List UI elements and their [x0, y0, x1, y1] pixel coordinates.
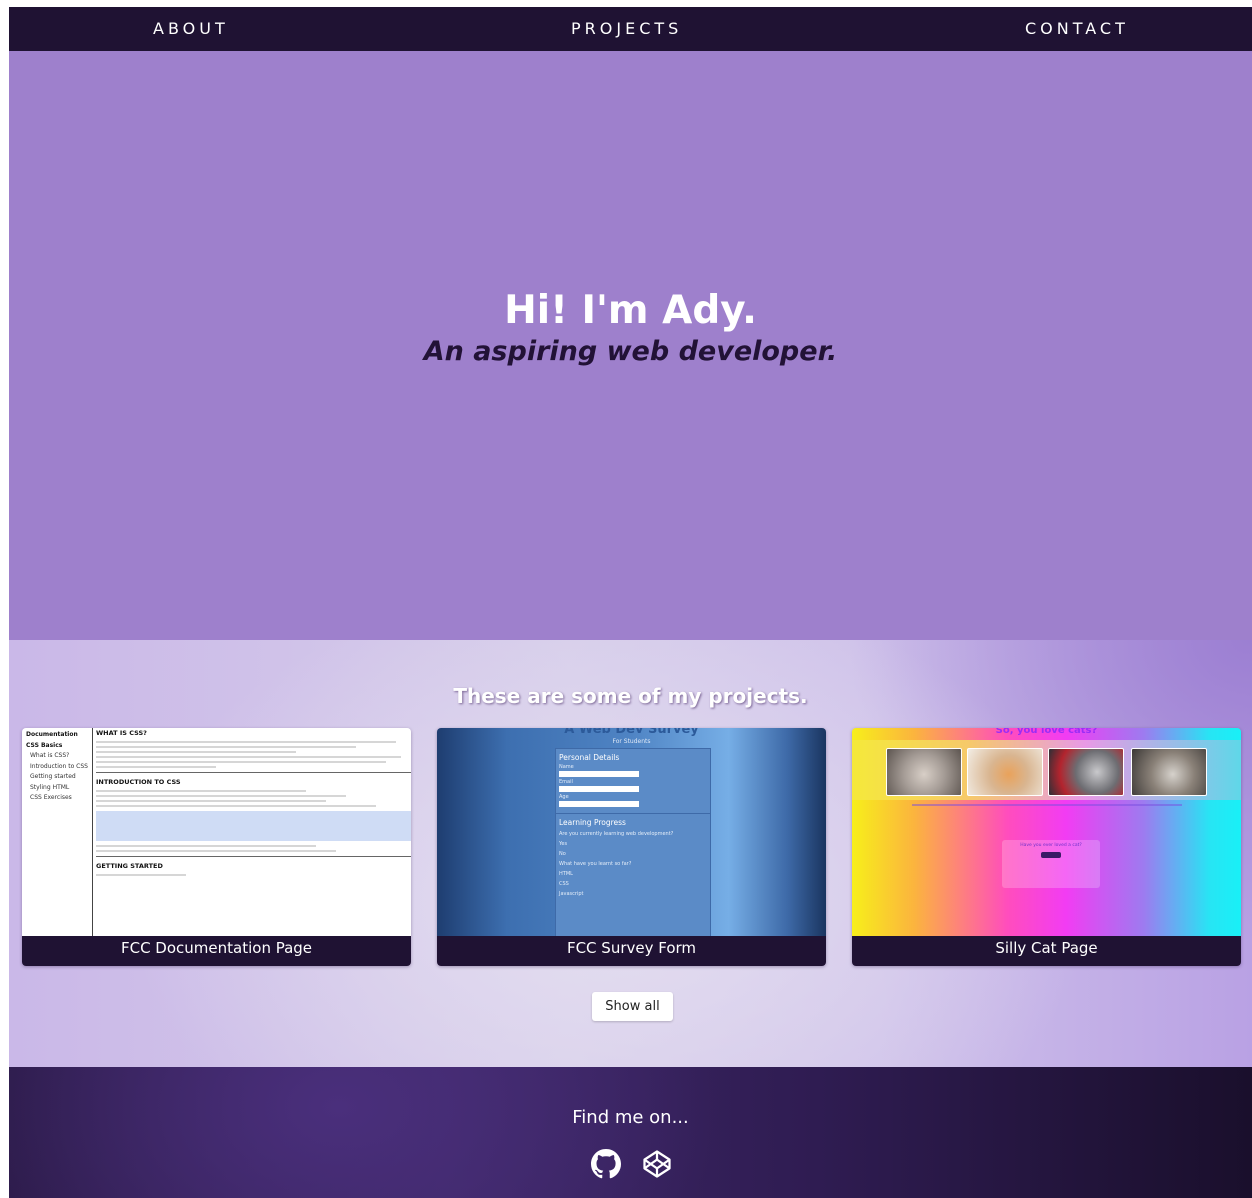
thumb-doc-sidebar-item: CSS Exercises	[30, 794, 72, 801]
thumb-text-line	[96, 790, 306, 792]
thumb-text-line	[96, 751, 296, 753]
thumb-doc-sidebar-title: Documentation	[26, 731, 78, 738]
thumb-divider	[96, 856, 411, 857]
codepen-icon[interactable]	[642, 1149, 672, 1179]
project-card-cats[interactable]: So, you love cats? Have you ever loved a…	[852, 728, 1241, 966]
nav-projects-link[interactable]: PROJECTS	[571, 7, 682, 51]
cat-photo	[967, 748, 1043, 796]
thumb-cats-submit	[1041, 852, 1061, 858]
project-caption: FCC Survey Form	[437, 936, 826, 966]
thumb-doc-sidebar-group: CSS Basics	[26, 741, 63, 749]
thumb-cats-form: Have you ever loved a cat?	[1002, 840, 1100, 888]
thumb-cats-title: So, you love cats?	[995, 728, 1098, 736]
project-card-survey[interactable]: A Web Dev Survey For Students Personal D…	[437, 728, 826, 966]
thumb-doc-sidebar: Documentation CSS Basics What is CSS? In…	[22, 728, 93, 936]
thumb-survey-label: Email	[559, 779, 573, 785]
thumb-text-line	[96, 795, 346, 797]
thumb-doc-section-title: GETTING STARTED	[96, 862, 163, 870]
thumb-text-line	[96, 800, 326, 802]
thumb-survey-title: A Web Dev Survey	[564, 728, 699, 737]
project-caption: Silly Cat Page	[852, 936, 1241, 966]
cat-photo	[1131, 748, 1207, 796]
thumb-survey-subtitle: For Students	[612, 738, 651, 745]
thumb-survey-question: Are you currently learning web developme…	[559, 831, 674, 837]
nav-about-link[interactable]: ABOUT	[153, 7, 229, 51]
github-icon[interactable]	[591, 1149, 621, 1179]
show-all-button[interactable]: Show all	[592, 992, 673, 1021]
thumb-text-line	[96, 805, 376, 807]
project-card-documentation[interactable]: Documentation CSS Basics What is CSS? In…	[22, 728, 411, 966]
hero-section: Hi! I'm Ady. An aspiring web developer.	[9, 51, 1252, 640]
thumb-text-line	[96, 874, 186, 876]
project-thumbnail-cats: So, you love cats? Have you ever loved a…	[852, 728, 1241, 936]
top-nav: ABOUT PROJECTS CONTACT	[9, 7, 1252, 51]
thumb-doc-section-title: INTRODUCTION TO CSS	[96, 778, 181, 786]
thumb-survey-question: What have you learnt so far?	[559, 861, 632, 867]
thumb-doc-main: WHAT IS CSS? INTRODUCTION TO CSS GETTING…	[96, 728, 411, 936]
thumb-survey-panel: Personal Details Name Email Age Learning…	[555, 748, 711, 936]
thumb-survey-option: HTML	[559, 871, 573, 877]
thumb-text-line	[96, 845, 316, 847]
thumb-doc-sidebar-item: Introduction to CSS	[30, 762, 88, 770]
nav-contact-link[interactable]: CONTACT	[1025, 7, 1129, 51]
thumb-survey-section: Learning Progress	[559, 818, 626, 827]
thumb-text-line	[96, 761, 386, 763]
hero-subtitle: An aspiring web developer.	[423, 336, 838, 367]
thumb-text-line	[96, 741, 396, 743]
project-thumbnail-survey: A Web Dev Survey For Students Personal D…	[437, 728, 826, 936]
footer: Find me on...	[9, 1067, 1252, 1198]
thumb-text-line	[96, 746, 356, 748]
thumb-survey-section: Personal Details	[559, 753, 620, 762]
hero-title: Hi! I'm Ady.	[504, 288, 757, 333]
thumb-survey-label: Age	[559, 794, 569, 800]
cat-photo	[1048, 748, 1124, 796]
thumb-doc-sidebar-item: Styling HTML	[30, 783, 70, 791]
thumb-doc-sidebar-item: What is CSS?	[30, 752, 70, 759]
thumb-text-line	[96, 850, 336, 852]
thumb-survey-option: CSS	[559, 881, 569, 887]
thumb-divider	[96, 772, 411, 773]
thumb-code-box	[96, 811, 411, 841]
footer-title: Find me on...	[572, 1107, 689, 1128]
thumb-survey-option: Javascript	[559, 891, 584, 897]
thumb-survey-option: Yes	[559, 841, 568, 847]
thumb-text-line	[96, 766, 216, 768]
cat-photo	[886, 748, 962, 796]
thumb-survey-input	[559, 801, 639, 807]
thumb-text-line	[912, 804, 1182, 806]
project-caption: FCC Documentation Page	[22, 936, 411, 966]
thumb-survey-option: No	[559, 851, 566, 857]
thumb-survey-label: Name	[559, 764, 574, 770]
page: ABOUT PROJECTS CONTACT Hi! I'm Ady. An a…	[9, 7, 1252, 1198]
thumb-doc-section-title: WHAT IS CSS?	[96, 729, 147, 737]
projects-section: These are some of my projects. Documenta…	[9, 640, 1252, 1067]
thumb-doc-sidebar-item: Getting started	[30, 773, 76, 780]
projects-heading: These are some of my projects.	[453, 684, 808, 708]
project-thumbnail-documentation: Documentation CSS Basics What is CSS? In…	[22, 728, 411, 936]
thumb-cats-form-title: Have you ever loved a cat?	[1020, 843, 1082, 848]
thumb-text-line	[96, 756, 401, 758]
